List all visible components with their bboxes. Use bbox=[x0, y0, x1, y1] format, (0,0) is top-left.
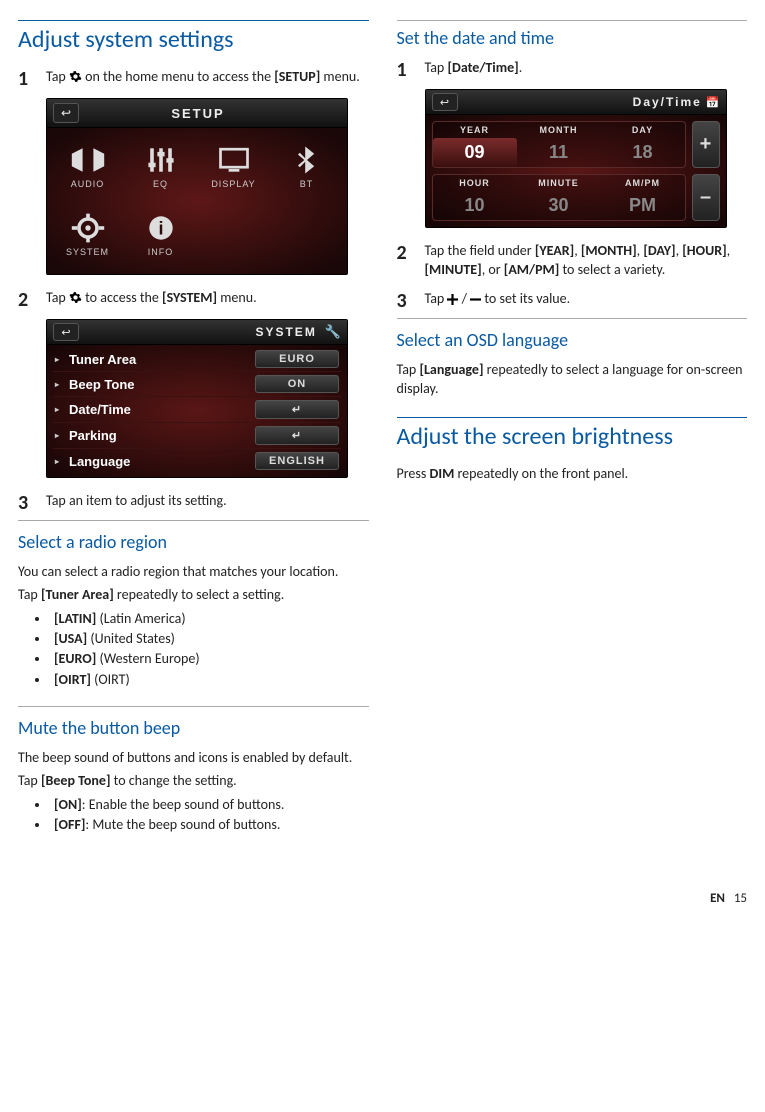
plus-button[interactable]: + bbox=[692, 121, 720, 168]
radio-instruction: Tap [Tuner Area] repeatedly to select a … bbox=[18, 586, 369, 605]
setup-info[interactable]: i INFO bbox=[126, 202, 195, 266]
hour-value[interactable]: 10 bbox=[433, 191, 517, 220]
system-title: SYSTEM bbox=[79, 325, 321, 339]
heading-date-time: Set the date and time bbox=[397, 20, 748, 49]
dt-step-1: 1 Tap [Date/Time]. bbox=[397, 59, 748, 81]
back-button[interactable]: ↩ bbox=[53, 103, 79, 123]
footer-lang: EN bbox=[710, 891, 725, 906]
setup-title: SETUP bbox=[79, 106, 317, 121]
beep-instruction: Tap [Beep Tone] to change the setting. bbox=[18, 772, 369, 791]
year-value[interactable]: 09 bbox=[433, 138, 517, 167]
brightness-para: Press DIM repeatedly on the front panel. bbox=[397, 465, 748, 484]
step-number: 3 bbox=[18, 492, 46, 514]
back-button[interactable]: ↩ bbox=[53, 323, 79, 341]
heading-brightness: Adjust the screen brightness bbox=[397, 417, 748, 451]
daytime-title: Day/Time bbox=[458, 95, 706, 109]
beep-options: [ON]: Enable the beep sound of buttons. … bbox=[18, 795, 369, 836]
system-row-beep[interactable]: Beep Tone ON bbox=[53, 372, 341, 397]
calendar-icon: 📅 bbox=[706, 96, 720, 109]
time-block: HOUR MINUTE AM/PM 10 30 PM bbox=[432, 174, 686, 221]
step-number: 1 bbox=[18, 68, 46, 90]
step-number: 2 bbox=[397, 242, 425, 280]
text: Tap bbox=[46, 68, 69, 85]
system-icon bbox=[69, 289, 82, 306]
heading-radio-region: Select a radio region bbox=[18, 520, 369, 553]
dt-step-3: 3 Tap / to set its value. bbox=[397, 290, 748, 312]
beep-para: The beep sound of buttons and icons is e… bbox=[18, 749, 369, 768]
day-value[interactable]: 18 bbox=[601, 138, 685, 167]
date-block: YEAR MONTH DAY 09 11 18 bbox=[432, 121, 686, 168]
minute-value[interactable]: 30 bbox=[517, 191, 601, 220]
setup-display[interactable]: DISPLAY bbox=[199, 134, 268, 198]
system-row-language[interactable]: Language ENGLISH bbox=[53, 449, 341, 473]
step-2: 2 Tap to access the [SYSTEM] menu. bbox=[18, 289, 369, 311]
footer-page: 15 bbox=[734, 891, 747, 906]
settings-icon bbox=[69, 68, 82, 85]
system-row-tuner[interactable]: Tuner Area EURO bbox=[53, 347, 341, 372]
minus-button[interactable]: – bbox=[692, 174, 720, 221]
text: on the home menu to access the bbox=[82, 68, 274, 85]
setup-bt[interactable]: BT bbox=[272, 134, 341, 198]
step-number: 1 bbox=[397, 59, 425, 81]
back-button[interactable]: ↩ bbox=[432, 93, 458, 111]
plus-icon bbox=[447, 290, 458, 307]
setup-audio[interactable]: AUDIO bbox=[53, 134, 122, 198]
ampm-value[interactable]: PM bbox=[601, 191, 685, 220]
wrench-icon: 🔧 bbox=[325, 324, 341, 340]
osd-para: Tap [Language] repeatedly to select a la… bbox=[397, 361, 748, 399]
system-screenshot: ↩ SYSTEM 🔧 Tuner Area EURO Beep Tone ON … bbox=[46, 319, 348, 478]
radio-para: You can select a radio region that match… bbox=[18, 563, 369, 582]
minus-icon bbox=[470, 290, 481, 307]
system-row-parking[interactable]: Parking ↵ bbox=[53, 423, 341, 449]
step-3: 3 Tap an item to adjust its setting. bbox=[18, 492, 369, 514]
radio-options: [LATIN] (Latin America) [USA] (United St… bbox=[18, 609, 369, 690]
heading-osd-language: Select an OSD language bbox=[397, 318, 748, 351]
text: menu. bbox=[217, 289, 257, 306]
heading-mute-beep: Mute the button beep bbox=[18, 706, 369, 739]
step-number: 3 bbox=[397, 290, 425, 312]
setup-system[interactable]: SYSTEM bbox=[53, 202, 122, 266]
system-menu-label: [SYSTEM] bbox=[162, 289, 217, 306]
heading-adjust-system: Adjust system settings bbox=[18, 20, 369, 54]
svg-text:i: i bbox=[158, 218, 163, 238]
text: menu. bbox=[320, 68, 360, 85]
daytime-screenshot: ↩ Day/Time 📅 YEAR MONTH DAY 09 11 bbox=[425, 89, 727, 228]
month-value[interactable]: 11 bbox=[517, 138, 601, 167]
step-text: Tap an item to adjust its setting. bbox=[46, 492, 369, 514]
setup-screenshot: ↩ SETUP AUDIO EQ DISPLAY bbox=[46, 98, 348, 275]
setup-menu-label: [SETUP] bbox=[274, 68, 320, 85]
dt-step-2: 2 Tap the field under [YEAR], [MONTH], [… bbox=[397, 242, 748, 280]
text: to access the bbox=[82, 289, 162, 306]
setup-eq[interactable]: EQ bbox=[126, 134, 195, 198]
step-number: 2 bbox=[18, 289, 46, 311]
step-1: 1 Tap on the home menu to access the [SE… bbox=[18, 68, 369, 90]
page-footer: EN 15 bbox=[18, 891, 747, 906]
text: Tap bbox=[46, 289, 69, 306]
system-row-datetime[interactable]: Date/Time ↵ bbox=[53, 397, 341, 423]
